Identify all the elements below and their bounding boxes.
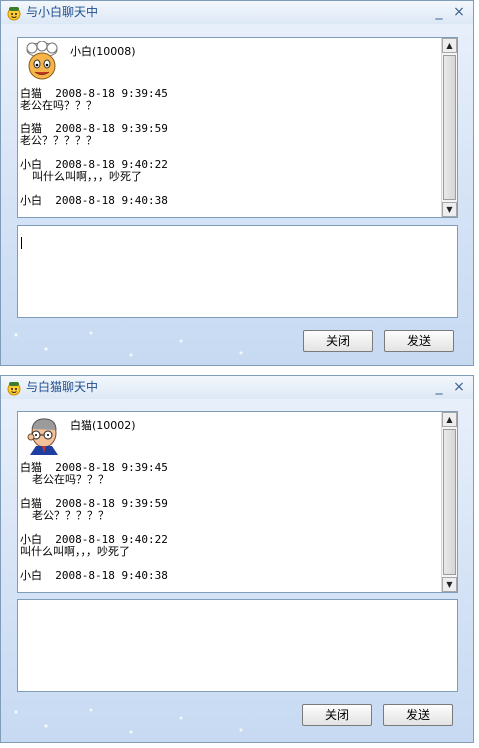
window-title: 与小白聊天中 [26, 5, 99, 19]
old-man-avatar-icon [27, 418, 58, 455]
text-caret [21, 237, 22, 249]
message-header: 小白 2008-8-18 9:40:38 [20, 569, 168, 582]
chef-avatar-icon [26, 41, 58, 80]
message-text: 叫什么叫啊，，，吵死了 [32, 170, 142, 183]
smiley-app-icon [7, 382, 21, 396]
chat-window-baimao: 与白猫聊天中 _ × 白猫(10002) 白猫 2008-8-18 9:39:4… [0, 375, 474, 743]
chat-history[interactable]: 小白(10008) 白猫 2008-8-18 9:39:45 老公在吗？？？ 白… [17, 37, 458, 218]
close-button[interactable]: 关闭 [302, 704, 372, 726]
title-bar[interactable]: 与小白聊天中 _ × [1, 1, 473, 24]
message-input[interactable] [17, 225, 458, 318]
minimize-button[interactable]: _ [431, 378, 447, 396]
smiley-app-icon [7, 7, 21, 21]
message-text: 老公在吗？？？ [20, 99, 97, 112]
scroll-down-arrow-icon[interactable]: ▼ [442, 577, 457, 592]
scroll-up-arrow-icon[interactable]: ▲ [442, 38, 457, 53]
send-button[interactable]: 发送 [384, 330, 454, 352]
message-text: 老公？？？？？ [20, 134, 97, 147]
send-button[interactable]: 发送 [383, 704, 453, 726]
scroll-down-arrow-icon[interactable]: ▼ [442, 202, 457, 217]
scroll-thumb[interactable] [443, 429, 456, 575]
window-title: 与白猫聊天中 [26, 380, 99, 394]
chat-window-xiaobai: 与小白聊天中 _ × 小白(10008) 白猫 2008-8-18 9:39:4… [0, 0, 474, 366]
message-text: 老公在吗？？？ [32, 473, 109, 486]
title-bar[interactable]: 与白猫聊天中 _ × [1, 376, 473, 399]
contact-name: 白猫(10002) [70, 419, 136, 432]
chat-history[interactable]: 白猫(10002) 白猫 2008-8-18 9:39:45 老公在吗？？？ 白… [17, 411, 458, 593]
message-header: 小白 2008-8-18 9:40:38 [20, 194, 168, 207]
scroll-up-arrow-icon[interactable]: ▲ [442, 412, 457, 427]
minimize-button[interactable]: _ [431, 3, 447, 21]
message-text: 老公？？？？？ [32, 509, 109, 522]
close-button[interactable]: 关闭 [303, 330, 373, 352]
close-window-button[interactable]: × [451, 3, 467, 21]
close-window-button[interactable]: × [451, 378, 467, 396]
scroll-thumb[interactable] [443, 55, 456, 200]
contact-name: 小白(10008) [70, 45, 136, 58]
vertical-scrollbar[interactable]: ▲ ▼ [441, 412, 457, 592]
vertical-scrollbar[interactable]: ▲ ▼ [441, 38, 457, 217]
message-text: 叫什么叫啊，，，吵死了 [20, 545, 130, 558]
message-input[interactable] [17, 599, 458, 692]
